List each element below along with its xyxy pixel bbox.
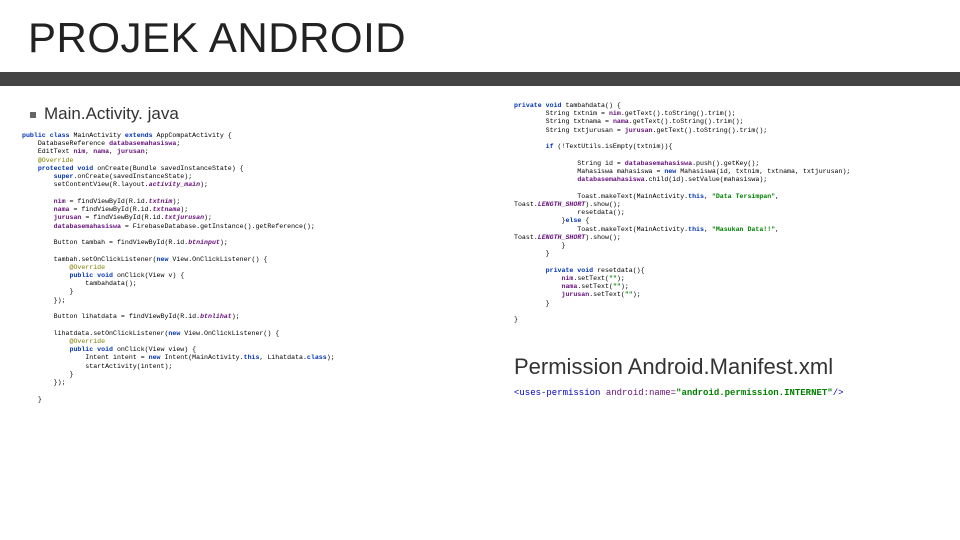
code-left: public class MainActivity extends AppCom…	[22, 132, 492, 404]
bullet-mainactivity: Main.Activity. java	[30, 104, 492, 124]
right-column: private void tambahdata() { String txtni…	[514, 100, 938, 404]
slide-content: Main.Activity. java public class MainAct…	[0, 86, 960, 404]
permission-code: <uses-permission android:name="android.p…	[514, 388, 938, 398]
bullet-text: Main.Activity. java	[44, 104, 179, 123]
permission-title: Permission Android.Manifest.xml	[514, 354, 938, 380]
slide-title: PROJEK ANDROID	[28, 14, 960, 62]
left-column: Main.Activity. java public class MainAct…	[22, 100, 492, 404]
code-right: private void tambahdata() { String txtni…	[514, 102, 938, 324]
bullet-dot-icon	[30, 112, 36, 118]
title-bar: PROJEK ANDROID	[0, 0, 960, 86]
